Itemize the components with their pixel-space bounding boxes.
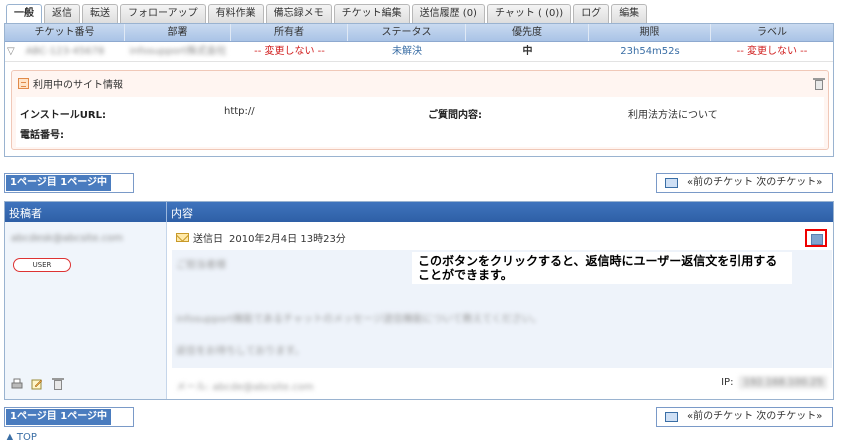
ticket-nav-bottom[interactable]: «前のチケット 次のチケット»	[656, 407, 833, 427]
ticket-nav-top-label[interactable]: «前のチケット 次のチケット»	[687, 177, 822, 188]
envelope-icon	[176, 233, 189, 242]
ticket-number: ABC-123-45678	[25, 46, 105, 57]
col-department: 部署	[125, 24, 231, 41]
ip-label: IP:	[721, 377, 734, 388]
tab-reply[interactable]: 返信	[44, 4, 80, 23]
body-line: メール: abcde@abcsite.com	[176, 382, 314, 393]
tab-log[interactable]: ログ	[573, 4, 610, 23]
body-line: 返信をお待ちしております。	[176, 346, 305, 357]
col-author: 投稿者	[9, 207, 42, 220]
tab-followup[interactable]: フォローアップ	[120, 4, 206, 23]
edit-icon[interactable]	[31, 378, 43, 390]
body-line: infosupport機能であるチャットのメッセージ送信機能について教えてくださ…	[176, 314, 542, 325]
install-url-value: http://	[224, 106, 255, 117]
ticket-priority[interactable]: 中	[466, 42, 589, 61]
message-body: ご担当者様 infosupport機能であるチャットのメッセージ送信機能について…	[172, 250, 832, 368]
pager-bottom: 1ページ目 1ページ中	[4, 407, 134, 427]
phone-label: 電話番号:	[20, 130, 64, 141]
ip-info: IP: 192.168.100.25	[721, 376, 827, 389]
ip-value: 192.168.100.25	[739, 376, 827, 389]
site-info-title: 利用中のサイト情報	[18, 76, 123, 91]
folder-icon	[665, 412, 678, 422]
site-info-title-text: 利用中のサイト情報	[33, 80, 123, 91]
pager-top: 1ページ目 1ページ中	[4, 173, 134, 193]
sent-date-value: 2010年2月4日 13時23分	[229, 234, 346, 245]
col-owner: 所有者	[231, 24, 348, 41]
ticket-nav-bottom-label[interactable]: «前のチケット 次のチケット»	[687, 411, 822, 422]
trash-icon[interactable]	[52, 377, 64, 390]
site-info-box: 利用中のサイト情報 インストールURL: http:// ご質問内容: 利用法方…	[11, 70, 829, 150]
pager-bottom-label: 1ページ目 1ページ中	[6, 409, 111, 425]
quote-reply-button[interactable]	[805, 229, 827, 247]
col-ticket-number: チケット番号	[5, 24, 125, 41]
col-status: ステータス	[348, 24, 466, 41]
messages-panel: 投稿者 内容 abcdesk@abcsite.com USER 送信日 2010…	[4, 201, 834, 400]
quote-callout: このボタンをクリックすると、返信時にユーザー返信文を引用することができます。	[412, 252, 792, 284]
ticket-number-cell: ▽ ABC-123-45678	[5, 42, 125, 61]
tab-edit[interactable]: 編集	[611, 4, 648, 23]
tab-paid-work[interactable]: 有料作業	[207, 4, 264, 23]
tab-general[interactable]: 一般	[6, 4, 42, 24]
ticket-owner[interactable]: -- 変更しない --	[231, 42, 348, 61]
ticket-row: ▽ ABC-123-45678 infosupport株式会社 -- 変更しない…	[5, 42, 833, 62]
tab-edit-ticket[interactable]: チケット編集	[333, 4, 410, 23]
author-column: abcdesk@abcsite.com USER	[5, 222, 167, 399]
ticket-header-row: チケット番号 部署 所有者 ステータス 優先度 期限 ラベル	[5, 24, 833, 42]
question-label: ご質問内容:	[428, 110, 482, 121]
ticket-department: infosupport株式会社	[129, 46, 227, 57]
question-value: 利用法方法について	[628, 110, 718, 121]
install-url-label: インストールURL:	[20, 110, 106, 121]
user-badge[interactable]: USER	[13, 258, 71, 272]
top-link[interactable]: ▲ TOP	[6, 432, 37, 440]
ticket-panel: チケット番号 部署 所有者 ステータス 優先度 期限 ラベル ▽ ABC-123…	[4, 23, 834, 157]
col-deadline: 期限	[589, 24, 711, 41]
filter-icon: ▽	[7, 46, 15, 57]
site-info-content: インストールURL: http:// ご質問内容: 利用法方法について 電話番号…	[16, 97, 824, 147]
tab-memo[interactable]: 備忘録メモ	[265, 4, 332, 23]
tab-chat[interactable]: チャット ( (0))	[486, 4, 572, 23]
author-email: abcdesk@abcsite.com	[11, 233, 124, 244]
content-column: 送信日 2010年2月4日 13時23分 ご担当者様 infosupport機能…	[168, 222, 833, 399]
sent-date-label: 送信日	[193, 234, 223, 245]
site-info-icon	[18, 78, 29, 89]
ticket-status[interactable]: 未解決	[348, 42, 466, 61]
print-icon[interactable]	[11, 378, 23, 390]
messages-header: 投稿者 内容	[5, 202, 833, 222]
col-content: 内容	[171, 207, 193, 220]
sent-date: 送信日 2010年2月4日 13時23分	[176, 230, 346, 245]
ticket-label[interactable]: -- 変更しない --	[711, 42, 833, 61]
pager-top-label: 1ページ目 1ページ中	[6, 175, 111, 191]
col-priority: 優先度	[466, 24, 589, 41]
tab-bar: 一般 返信 転送 フォローアップ 有料作業 備忘録メモ チケット編集 送信履歴 …	[6, 4, 649, 24]
tab-send-history[interactable]: 送信履歴 (0)	[411, 4, 485, 23]
folder-icon	[665, 178, 678, 188]
tab-forward[interactable]: 転送	[82, 4, 118, 23]
ticket-nav-top[interactable]: «前のチケット 次のチケット»	[656, 173, 833, 193]
col-label: ラベル	[757, 27, 787, 38]
ticket-deadline: 23h54m52s	[620, 46, 680, 57]
body-line: ご担当者様	[176, 260, 226, 271]
trash-icon[interactable]	[813, 77, 825, 90]
